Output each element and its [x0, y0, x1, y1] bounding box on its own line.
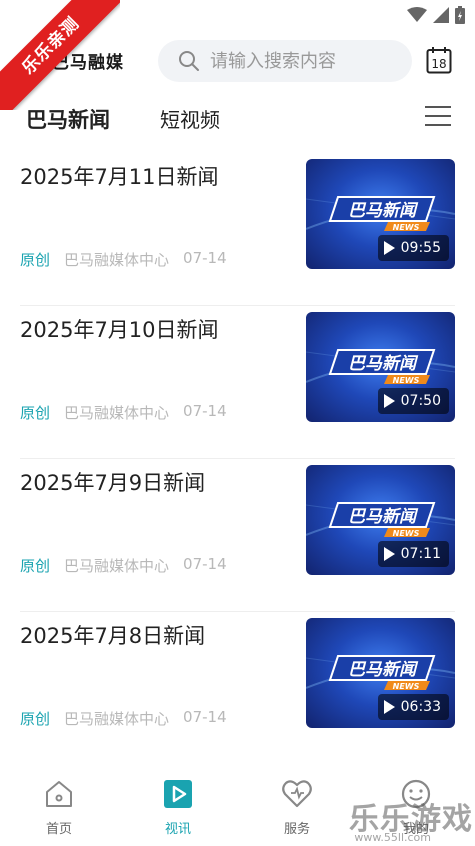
news-date: 07-14: [183, 249, 227, 267]
status-bar: [0, 0, 475, 30]
duration-label: 07:11: [400, 546, 441, 562]
calendar-day: 18: [431, 57, 446, 71]
news-source: 巴马融媒体中心: [64, 404, 170, 422]
app-header: 巴马融媒 18: [0, 38, 475, 86]
video-thumbnail[interactable]: 巴马新闻 NEWS 06:33: [306, 618, 455, 728]
nav-label: 首页: [45, 822, 72, 837]
play-icon: [383, 547, 395, 561]
play-icon: [383, 700, 395, 714]
duration-label: 07:50: [400, 393, 441, 409]
video-thumbnail[interactable]: 巴马新闻 NEWS 07:11: [306, 465, 455, 575]
video-duration: 06:33: [377, 694, 449, 720]
original-tag: 原创: [20, 404, 51, 422]
thumb-title: 巴马新闻: [348, 660, 419, 680]
thumb-badge: NEWS: [393, 529, 420, 538]
video-icon: [164, 780, 192, 808]
thumb-title: 巴马新闻: [348, 507, 419, 527]
news-title: 2025年7月10日新闻: [20, 318, 219, 342]
tab-bama-news[interactable]: 巴马新闻: [26, 104, 110, 134]
news-title: 2025年7月11日新闻: [20, 165, 219, 189]
news-meta: 原创 巴马融媒体中心 07-14: [20, 708, 227, 729]
play-icon: [383, 394, 395, 408]
search-bar[interactable]: [158, 40, 412, 82]
brand-name: 巴马融媒: [52, 53, 124, 73]
list-item[interactable]: 2025年7月11日新闻 原创 巴马融媒体中心 07-14 巴马新闻 NEWS …: [20, 153, 455, 306]
news-title: 2025年7月8日新闻: [20, 624, 206, 648]
nav-home[interactable]: 首页: [19, 778, 99, 837]
thumb-badge: NEWS: [393, 223, 420, 232]
calendar-icon: 18: [426, 47, 452, 74]
thumb-title: 巴马新闻: [348, 354, 419, 374]
bottom-nav: 首页 视讯 服务 我的 乐乐游戏 www.55ll.com: [0, 764, 475, 846]
list-item[interactable]: 2025年7月8日新闻 原创 巴马融媒体中心 07-14 巴马新闻 NEWS 0…: [20, 612, 455, 765]
calendar-button[interactable]: 18: [426, 46, 452, 74]
news-source: 巴马融媒体中心: [64, 710, 170, 728]
list-item[interactable]: 2025年7月10日新闻 原创 巴马融媒体中心 07-14 巴马新闻 NEWS …: [20, 306, 455, 459]
original-tag: 原创: [20, 251, 51, 269]
original-tag: 原创: [20, 710, 51, 728]
home-icon: [46, 781, 72, 807]
play-icon: [383, 241, 395, 255]
news-meta: 原创 巴马融媒体中心 07-14: [20, 402, 227, 423]
news-date: 07-14: [183, 555, 227, 573]
nav-video[interactable]: 视讯: [138, 778, 218, 837]
search-icon: [179, 51, 199, 71]
news-date: 07-14: [183, 402, 227, 420]
news-meta: 原创 巴马融媒体中心 07-14: [20, 555, 227, 576]
news-date: 07-14: [183, 708, 227, 726]
search-input[interactable]: [210, 50, 400, 72]
list-item[interactable]: 2025年7月9日新闻 原创 巴马融媒体中心 07-14 巴马新闻 NEWS 0…: [20, 459, 455, 612]
thumb-title: 巴马新闻: [348, 201, 419, 221]
nav-label: 视讯: [164, 822, 191, 837]
thumb-badge: NEWS: [393, 376, 420, 385]
news-source: 巴马融媒体中心: [64, 557, 170, 575]
watermark-url: www.55ll.com: [354, 831, 431, 844]
news-meta: 原创 巴马融媒体中心 07-14: [20, 249, 227, 270]
video-duration: 07:11: [377, 541, 449, 567]
video-thumbnail[interactable]: 巴马新闻 NEWS 07:50: [306, 312, 455, 422]
heart-icon: [282, 780, 312, 808]
tab-short-video[interactable]: 短视频: [160, 104, 220, 133]
duration-label: 06:33: [400, 699, 441, 715]
video-duration: 07:50: [377, 388, 449, 414]
nav-label: 服务: [283, 822, 310, 837]
nav-service[interactable]: 服务: [257, 778, 337, 837]
duration-label: 09:55: [400, 240, 441, 256]
brand-logo: [26, 49, 48, 72]
thumb-badge: NEWS: [393, 682, 420, 691]
news-title: 2025年7月9日新闻: [20, 471, 206, 495]
category-tabs: 巴马新闻 短视频: [0, 96, 475, 140]
signal-icon: [433, 7, 449, 23]
battery-icon: [455, 6, 465, 24]
menu-icon[interactable]: [425, 106, 451, 128]
video-thumbnail[interactable]: 巴马新闻 NEWS 09:55: [306, 159, 455, 269]
news-list: 2025年7月11日新闻 原创 巴马融媒体中心 07-14 巴马新闻 NEWS …: [20, 153, 455, 765]
video-duration: 09:55: [377, 235, 449, 261]
news-source: 巴马融媒体中心: [64, 251, 170, 269]
wifi-icon: [407, 7, 427, 22]
brand: 巴马融媒: [26, 48, 124, 73]
original-tag: 原创: [20, 557, 51, 575]
